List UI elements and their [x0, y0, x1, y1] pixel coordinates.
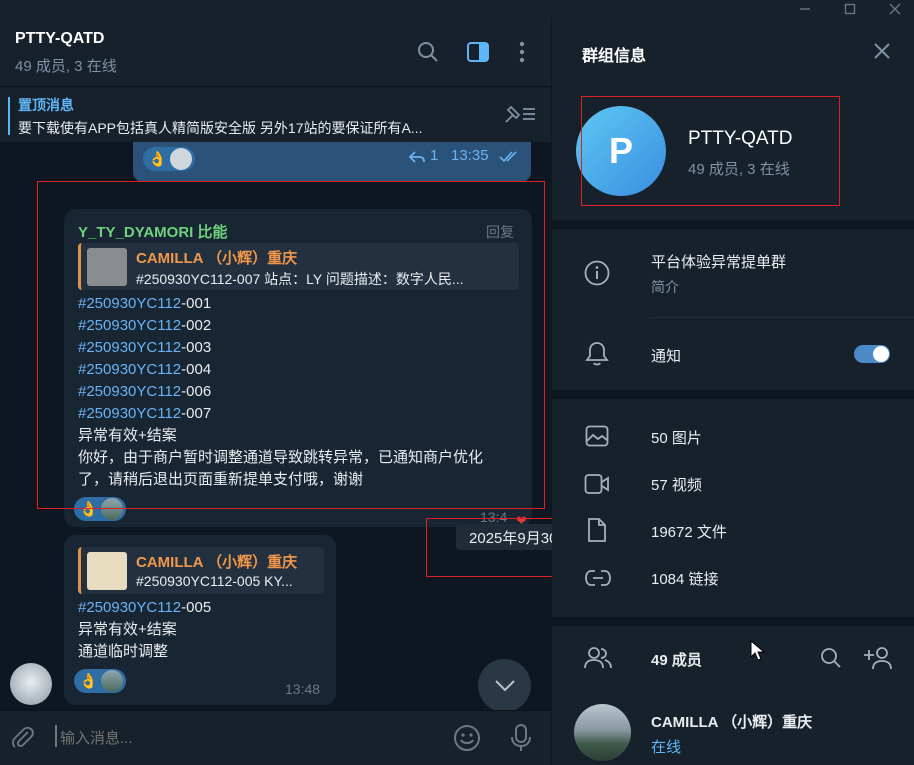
section-divider	[552, 390, 914, 399]
description-label: 简介	[651, 279, 679, 295]
member-name: CAMILLA （小辉）重庆	[651, 714, 813, 731]
links-count: 1084 链接	[651, 571, 719, 588]
mouse-cursor-icon	[750, 640, 766, 662]
message-input[interactable]	[58, 723, 422, 753]
reply-arrow-icon[interactable]	[408, 149, 426, 165]
maximize-icon[interactable]	[835, 0, 865, 18]
own-message[interactable]: 👌 1 13:35	[133, 142, 531, 182]
chevron-down-icon	[494, 679, 515, 691]
close-icon[interactable]	[880, 0, 910, 18]
message-text: 通道临时调整	[78, 643, 169, 660]
reaction-chip[interactable]: 👌	[74, 669, 126, 693]
member-avatar[interactable]	[574, 704, 631, 761]
pinned-text: 要下载使有APP包括真人精简版安全版 另外17站的要保证所有A...	[18, 120, 423, 136]
pinned-accent-bar	[8, 97, 10, 135]
members-icon	[584, 646, 612, 670]
reply-count: 1	[430, 147, 439, 164]
media-row-links[interactable]: 1084 链接	[552, 559, 914, 597]
videos-count: 57 视频	[651, 477, 702, 494]
group-info-panel: 群组信息 P PTTY-QATD 49 成员, 3 在线 平台体验异常提单群 简…	[552, 18, 914, 765]
description-row[interactable]: 平台体验异常提单群 简介	[552, 229, 914, 317]
photo-icon	[585, 425, 609, 447]
hashtag-line: #250930YC112-005	[78, 599, 212, 616]
video-icon	[584, 473, 610, 495]
pin-list-icon[interactable]	[503, 102, 537, 126]
input-bar	[0, 710, 551, 765]
chat-header[interactable]: PTTY-QATD 49 成员, 3 在线	[0, 18, 551, 86]
reaction-chip[interactable]: 👌	[143, 147, 195, 171]
toggle-knob	[873, 346, 889, 362]
member-status: 在线	[651, 739, 682, 756]
files-count: 19672 文件	[651, 524, 727, 541]
highlight-box	[581, 96, 840, 206]
bell-icon	[585, 341, 609, 367]
message-bubble[interactable]: CAMILLA （小辉）重庆 #250930YC112-005 KY... #2…	[64, 535, 336, 705]
link-icon	[584, 568, 612, 588]
chat-subtitle: 49 成员, 3 在线	[15, 58, 117, 75]
quote-thumbnail	[87, 552, 127, 590]
search-icon[interactable]	[416, 40, 440, 64]
chat-title: PTTY-QATD	[15, 30, 105, 47]
reactor-avatar	[169, 148, 192, 170]
sidebar-toggle-icon[interactable]	[466, 40, 490, 64]
media-row-photos[interactable]: 50 图片	[552, 418, 914, 456]
group-description: 平台体验异常提单群	[651, 254, 787, 271]
add-member-icon[interactable]	[862, 645, 892, 671]
reply-quote[interactable]: CAMILLA （小辉）重庆 #250930YC112-005 KY...	[78, 547, 324, 594]
scroll-down-button[interactable]	[478, 659, 531, 710]
ok-hand-emoji: 👌	[79, 673, 98, 690]
message-time: 13:48	[285, 681, 321, 697]
quote-text: #250930YC112-005 KY...	[136, 573, 293, 589]
file-icon	[586, 517, 608, 543]
photos-count: 50 图片	[651, 430, 702, 447]
message-time: 13:35	[451, 147, 489, 164]
ok-hand-emoji: 👌	[148, 151, 167, 168]
window-titlebar	[0, 0, 914, 18]
notifications-label: 通知	[651, 348, 682, 365]
notifications-row[interactable]: 通知	[552, 324, 914, 384]
reactor-avatar	[100, 670, 123, 692]
section-divider	[552, 220, 914, 229]
pinned-title: 置顶消息	[18, 97, 74, 113]
text-cursor	[55, 725, 57, 747]
microphone-icon[interactable]	[510, 723, 532, 753]
more-menu-icon[interactable]	[512, 40, 532, 64]
pinned-message[interactable]: 置顶消息 要下载使有APP包括真人精简版安全版 另外17站的要保证所有A...	[0, 86, 551, 142]
message-body: #250930YC112-005 异常有效+结案 通道临时调整	[78, 597, 211, 663]
message-text: 异常有效+结案	[78, 621, 177, 638]
attach-icon[interactable]	[10, 725, 36, 751]
info-icon	[584, 260, 610, 286]
read-checks-icon	[499, 150, 521, 164]
hashtag-link[interactable]: #250930YC112	[78, 599, 181, 616]
row-divider	[650, 317, 914, 318]
highlight-box	[37, 181, 545, 509]
members-header: 49 成员	[552, 638, 914, 678]
quote-name: CAMILLA （小辉）重庆	[136, 554, 298, 571]
members-count: 49 成员	[651, 652, 702, 669]
chat-area: PTTY-QATD 49 成员, 3 在线 置顶消息 要下载使有APP包括真人精…	[0, 18, 551, 765]
member-row[interactable]: CAMILLA （小辉）重庆 在线	[552, 698, 914, 765]
media-row-videos[interactable]: 57 视频	[552, 465, 914, 503]
search-members-icon[interactable]	[820, 647, 842, 669]
section-divider	[552, 617, 914, 626]
notifications-toggle[interactable]	[854, 345, 890, 363]
close-panel-icon[interactable]	[872, 41, 892, 61]
panel-title: 群组信息	[582, 48, 647, 65]
media-row-files[interactable]: 19672 文件	[552, 512, 914, 550]
minimize-icon[interactable]	[790, 0, 820, 18]
emoji-icon[interactable]	[453, 724, 481, 752]
sender-avatar[interactable]	[10, 663, 52, 705]
